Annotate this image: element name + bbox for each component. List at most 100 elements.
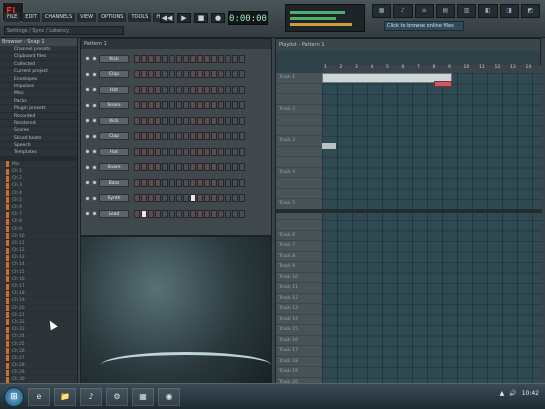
step-button[interactable] (183, 209, 189, 218)
pan-knob-icon[interactable] (92, 211, 97, 216)
step-button[interactable] (148, 70, 154, 78)
step-button[interactable] (176, 116, 182, 125)
step-button[interactable] (183, 147, 189, 156)
browser-folder-item[interactable]: Rendered (0, 120, 77, 128)
track-header[interactable] (276, 178, 322, 189)
step-button[interactable] (183, 54, 189, 63)
step-button[interactable] (162, 132, 168, 140)
taskbar-explorer-icon[interactable]: 📁 (54, 387, 76, 406)
step-button[interactable] (162, 178, 168, 187)
step-button[interactable] (225, 147, 231, 156)
step-button[interactable] (197, 147, 203, 156)
channel-row[interactable]: Ch 27 (6, 355, 77, 363)
online-browser-hint[interactable]: Click to browse online files (384, 21, 464, 31)
track-header[interactable]: Track 12 (276, 294, 322, 304)
step-button[interactable] (162, 194, 168, 202)
step-button[interactable] (211, 147, 217, 156)
step-button[interactable] (155, 194, 161, 202)
step-button[interactable] (148, 163, 154, 171)
browser-folder-item[interactable]: Envelopes (0, 76, 77, 83)
step-button[interactable] (183, 101, 189, 109)
channel-name-button[interactable]: Lead (99, 209, 129, 218)
channel-row[interactable]: Ch 14 (6, 261, 77, 269)
step-button[interactable] (134, 101, 140, 109)
toggle-pianoroll-icon[interactable]: ♪ (393, 4, 413, 18)
step-button[interactable] (162, 70, 168, 78)
step-button[interactable] (239, 194, 245, 202)
taskbar-ie-icon[interactable]: e (28, 387, 50, 406)
start-button[interactable]: ⊞ (4, 386, 24, 407)
menu-options[interactable]: OPTIONS (98, 13, 127, 22)
track-header[interactable] (276, 189, 322, 199)
step-button[interactable] (225, 54, 231, 63)
step-button[interactable] (225, 178, 231, 187)
toggle-browser-icon[interactable]: ▤ (435, 4, 455, 18)
channel-name-button[interactable]: Hat (99, 85, 129, 94)
step-button[interactable] (141, 178, 147, 187)
step-button[interactable] (218, 163, 224, 171)
browser-folder-item[interactable]: Templates (0, 149, 77, 157)
step-button[interactable] (155, 178, 161, 187)
mute-led-icon[interactable] (85, 149, 90, 154)
menu-channels[interactable]: CHANNELS (41, 13, 76, 22)
menu-file[interactable]: FILE (4, 13, 21, 22)
browser-folder-item[interactable]: Collected (0, 61, 77, 69)
step-button[interactable] (225, 70, 231, 78)
channel-row[interactable]: Ch 18 (6, 290, 77, 298)
step-button[interactable] (169, 132, 175, 140)
track-header[interactable]: Track 14 (276, 315, 322, 325)
step-button[interactable] (155, 116, 161, 125)
step-button[interactable] (141, 116, 147, 125)
mute-led-icon[interactable] (85, 87, 90, 92)
step-button[interactable] (190, 54, 196, 63)
step-button[interactable] (134, 147, 140, 156)
step-button[interactable] (211, 194, 217, 202)
step-button[interactable] (232, 163, 238, 171)
channel-row[interactable]: Ch 6 (6, 204, 77, 212)
step-button[interactable] (190, 209, 196, 218)
step-button[interactable] (225, 194, 231, 202)
track-header[interactable]: Track 7 (276, 241, 322, 252)
step-button[interactable] (183, 70, 189, 78)
browser-folder-item[interactable]: Sliced beats (0, 135, 77, 143)
track-header[interactable] (276, 220, 322, 231)
rewind-button[interactable]: ◀◀ (160, 13, 174, 23)
step-button[interactable] (148, 101, 154, 109)
channel-name-button[interactable]: Clap (99, 132, 129, 140)
channel-row[interactable]: Ch 5 (6, 197, 77, 204)
step-button[interactable] (148, 54, 154, 63)
channel-name-button[interactable]: Clap (99, 70, 129, 78)
channel-name-button[interactable]: Bass (99, 178, 129, 187)
track-header[interactable]: Track 13 (276, 304, 322, 315)
step-button[interactable] (134, 178, 140, 187)
channel-name-button[interactable]: Kick (99, 116, 129, 125)
step-button[interactable] (141, 163, 147, 171)
step-button[interactable] (155, 70, 161, 78)
step-button[interactable] (204, 194, 210, 202)
tray-expand-icon[interactable]: ▲ (500, 390, 505, 397)
toggle-misc-icon[interactable]: ◩ (520, 4, 540, 18)
browser-folder-item[interactable]: Recorded (0, 113, 77, 120)
step-button[interactable] (197, 116, 203, 125)
channel-row[interactable]: Ch 28 (6, 362, 77, 370)
step-button[interactable] (183, 163, 189, 171)
step-button[interactable] (239, 132, 245, 140)
track-header[interactable]: Track 1 (276, 73, 322, 84)
mute-led-icon[interactable] (85, 71, 90, 77)
step-button[interactable] (176, 132, 182, 140)
step-button[interactable] (239, 54, 245, 63)
channel-row[interactable]: Mix (6, 161, 77, 169)
step-button[interactable] (204, 163, 210, 171)
stop-button[interactable]: ■ (194, 13, 208, 23)
pan-knob-icon[interactable] (92, 195, 97, 201)
pan-knob-icon[interactable] (92, 102, 97, 108)
track-header[interactable]: Track 16 (276, 336, 322, 346)
step-button[interactable] (155, 54, 161, 63)
step-button[interactable] (134, 132, 140, 140)
step-button[interactable] (197, 54, 203, 63)
step-button[interactable] (134, 163, 140, 171)
channel-row[interactable]: Ch 2 (6, 175, 77, 183)
step-button[interactable] (141, 194, 147, 202)
step-button[interactable] (134, 70, 140, 78)
taskbar-app-icon[interactable]: ◉ (158, 387, 180, 406)
